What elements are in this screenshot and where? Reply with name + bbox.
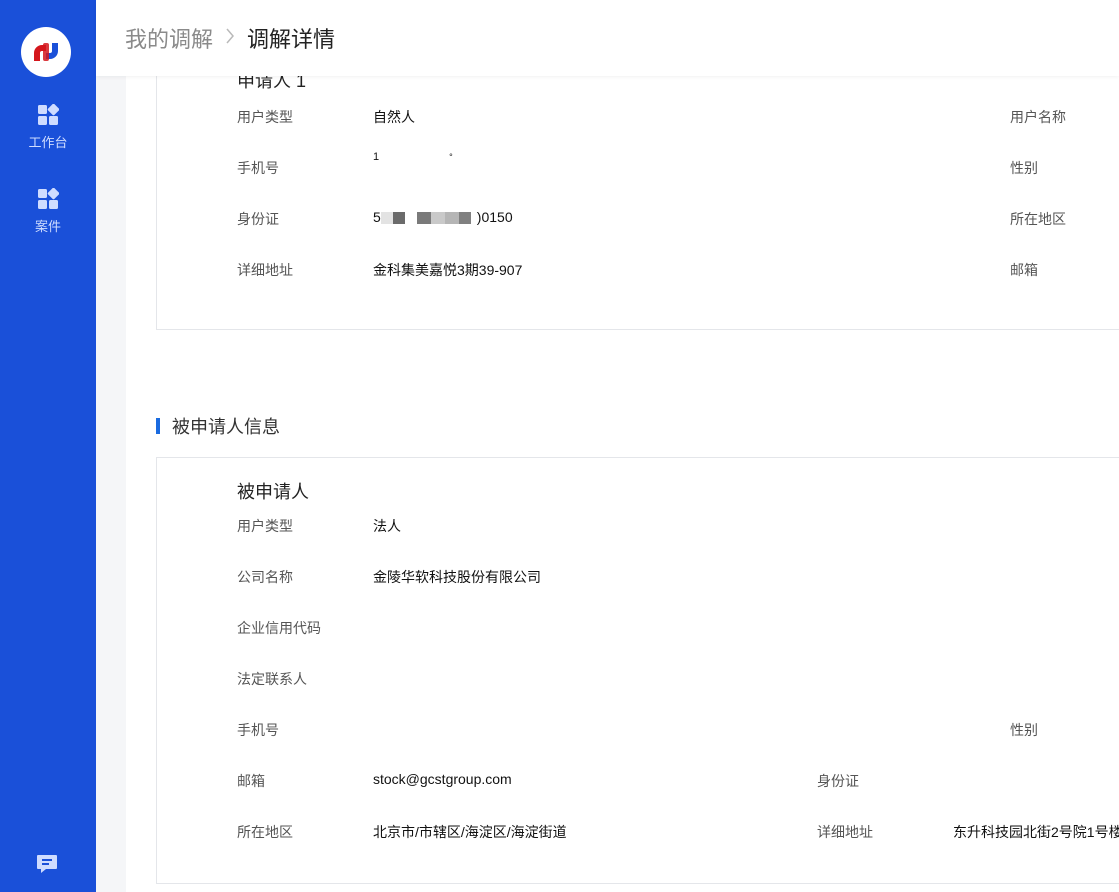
- main-content: 申请人 1 用户类型 自然人 用户名称 手机号 1 ° 性别 身份证 5 )0150…: [126, 76, 1119, 892]
- respondent-section-title: 被申请人信息: [156, 414, 280, 438]
- id-label: 身份证: [817, 773, 859, 789]
- legal-contact-label: 法定联系人: [237, 671, 307, 687]
- address-label: 详细地址: [817, 824, 873, 840]
- region-value: 北京市/市辖区/海淀区/海淀街道: [373, 824, 567, 840]
- gender-label: 性别: [1010, 722, 1038, 738]
- username-label: 用户名称: [1010, 109, 1066, 125]
- email-label: 邮箱: [237, 773, 265, 789]
- sidebar-item-label: 案件: [34, 219, 61, 234]
- section-title-text: 被申请人信息: [172, 417, 280, 437]
- dashboard-icon: [38, 104, 59, 125]
- breadcrumb: 我的调解 调解详情: [96, 0, 1119, 76]
- user-type-value: 自然人: [373, 109, 415, 125]
- sidebar-item-workbench[interactable]: 工作台: [0, 104, 96, 164]
- chevron-right-icon: [225, 28, 235, 49]
- user-type-value: 法人: [373, 518, 401, 534]
- chat-icon: [37, 855, 57, 873]
- app-logo[interactable]: [21, 27, 71, 77]
- applicant-title: 申请人 1: [237, 76, 307, 91]
- email-value: stock@gcstgroup.com: [373, 771, 512, 787]
- breadcrumb-my-mediation[interactable]: 我的调解: [125, 22, 213, 54]
- id-suffix: )0150: [476, 209, 513, 225]
- address-value: 东升科技园北街2号院1号楼: [953, 824, 1119, 840]
- page-title: 调解详情: [247, 27, 336, 52]
- company-name-label: 公司名称: [237, 569, 293, 585]
- respondent-card: 被申请人 用户类型 法人 公司名称 金陵华软科技股份有限公司 企业信用代码 法定…: [156, 457, 1119, 884]
- phone-label: 手机号: [237, 722, 279, 738]
- phone-label: 手机号: [237, 160, 279, 176]
- sidebar-item-cases[interactable]: 案件: [0, 188, 96, 248]
- gender-label: 性别: [1010, 160, 1038, 176]
- chat-button[interactable]: [36, 853, 58, 875]
- user-type-label: 用户类型: [237, 109, 293, 125]
- logo-icon: [26, 32, 66, 72]
- phone-value-masked: 1 °: [373, 151, 453, 163]
- id-value-masked: 5 )0150: [373, 209, 513, 225]
- credit-code-label: 企业信用代码: [237, 620, 321, 636]
- region-label: 所在地区: [237, 824, 293, 840]
- sidebar-item-label: 工作台: [28, 135, 68, 150]
- email-label: 邮箱: [1010, 262, 1038, 278]
- company-name-value: 金陵华软科技股份有限公司: [373, 569, 541, 585]
- sidebar: 工作台 案件: [0, 0, 96, 892]
- section-accent-bar: [156, 418, 160, 434]
- id-label: 身份证: [237, 211, 279, 227]
- respondent-title: 被申请人: [237, 482, 309, 502]
- id-prefix: 5: [373, 209, 381, 225]
- cases-icon: [38, 188, 59, 209]
- user-type-label: 用户类型: [237, 518, 293, 534]
- address-label: 详细地址: [237, 262, 293, 278]
- applicant-card: 申请人 1 用户类型 自然人 用户名称 手机号 1 ° 性别 身份证 5 )0150…: [156, 76, 1119, 330]
- address-value: 金科集美嘉悦3期39-907: [373, 262, 523, 278]
- region-label: 所在地区: [1010, 211, 1066, 227]
